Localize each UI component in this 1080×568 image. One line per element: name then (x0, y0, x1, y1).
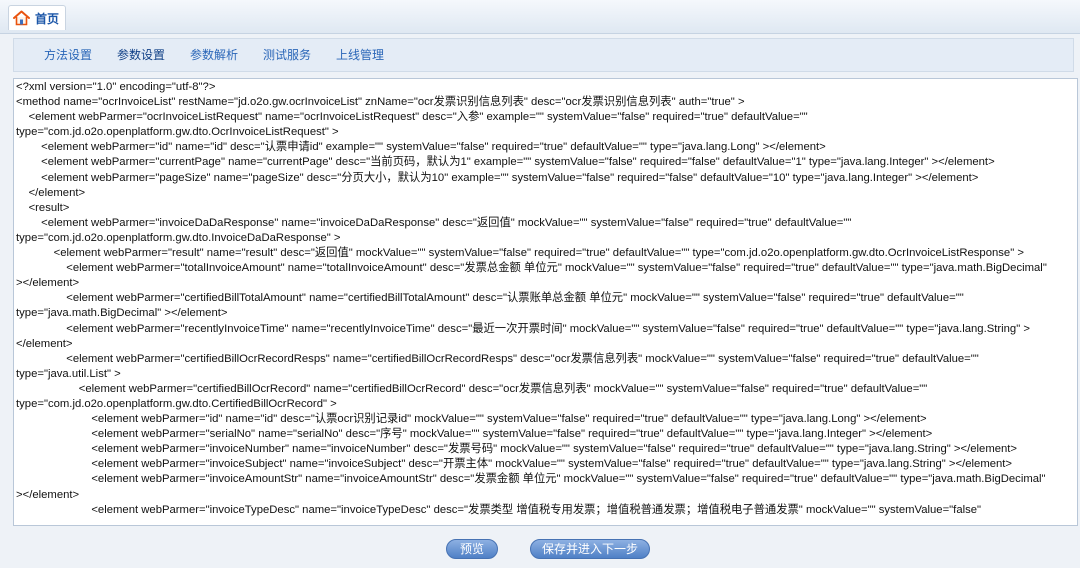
xml-content[interactable]: <?xml version="1.0" encoding="utf-8"?> <… (14, 79, 1077, 519)
tab-method-settings[interactable]: 方法设置 (44, 39, 92, 71)
xml-editor[interactable]: <?xml version="1.0" encoding="utf-8"?> <… (13, 78, 1078, 526)
save-next-button[interactable]: 保存并进入下一步 (530, 539, 650, 559)
tab-release-management[interactable]: 上线管理 (336, 39, 384, 71)
home-tab[interactable]: 首页 (8, 5, 67, 30)
home-icon (13, 10, 30, 26)
tab-test-service[interactable]: 测试服务 (263, 39, 311, 71)
preview-button[interactable]: 预览 (446, 539, 498, 559)
top-bar: 首页 (0, 0, 1080, 34)
tab-param-parsing[interactable]: 参数解析 (190, 39, 238, 71)
home-label: 首页 (35, 11, 60, 26)
tab-bar: 方法设置 参数设置 参数解析 测试服务 上线管理 (13, 38, 1074, 72)
tab-param-settings[interactable]: 参数设置 (117, 39, 165, 71)
